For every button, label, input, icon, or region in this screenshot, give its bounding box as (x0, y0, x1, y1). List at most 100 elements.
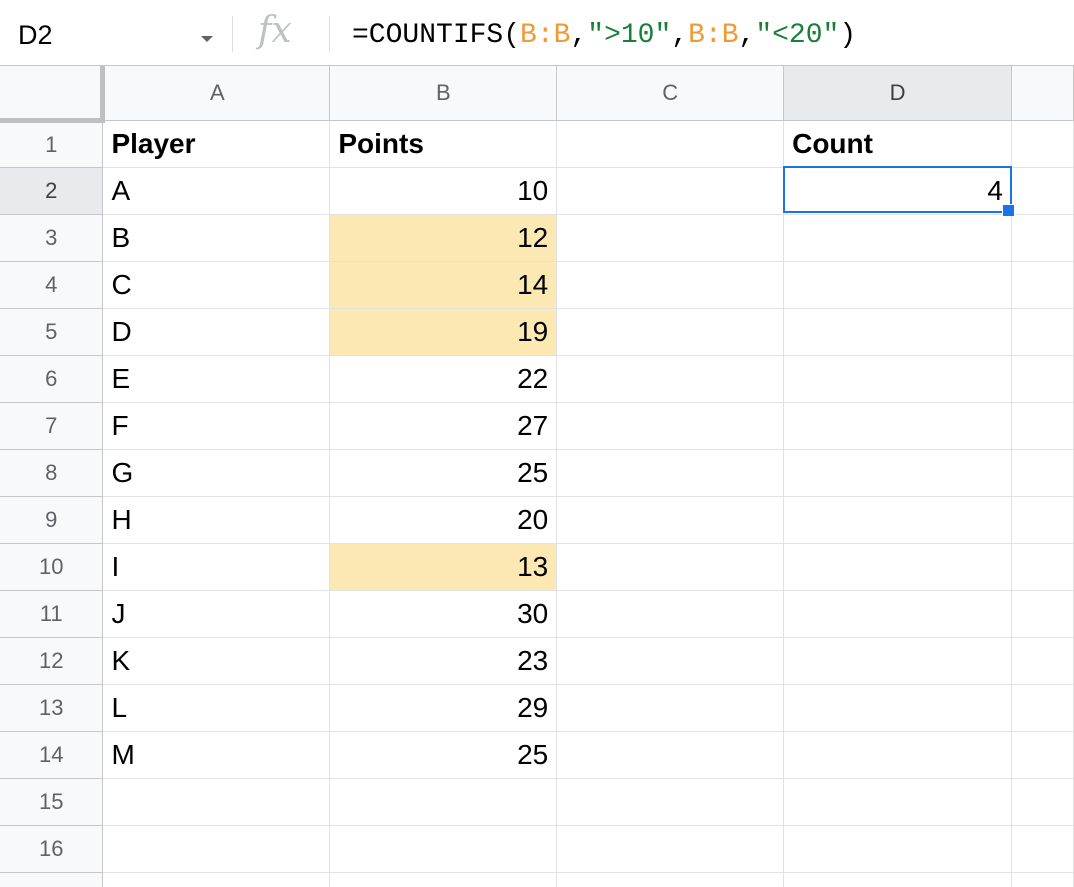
cell-d8[interactable] (783, 449, 1012, 497)
cell-b11[interactable]: 30 (329, 590, 558, 638)
cell-e2[interactable] (1011, 167, 1074, 215)
spreadsheet-grid[interactable]: ABCD 1 Player Points Count 2 A 10 4 3 B 12 4 C 14 5 D 19… (0, 66, 1074, 887)
cell-d17[interactable] (783, 872, 1012, 887)
cell-d14[interactable] (783, 731, 1012, 779)
cell-e7[interactable] (1011, 402, 1074, 450)
cell-e3[interactable] (1011, 214, 1074, 262)
cell-d4[interactable] (783, 261, 1012, 309)
cell-a2[interactable]: A (102, 167, 331, 215)
row-header[interactable]: 17 (0, 872, 104, 887)
cell-c16[interactable] (556, 825, 785, 873)
cell-a16[interactable] (102, 825, 331, 873)
row-header[interactable]: 13 (0, 684, 104, 732)
cell-b16[interactable] (329, 825, 558, 873)
cell-e12[interactable] (1011, 637, 1074, 685)
cell-b13[interactable]: 29 (329, 684, 558, 732)
cell-b1[interactable]: Points (329, 120, 558, 168)
cell-c11[interactable] (556, 590, 785, 638)
cell-d10[interactable] (783, 543, 1012, 591)
chevron-down-icon[interactable] (201, 36, 213, 42)
cell-b8[interactable]: 25 (329, 449, 558, 497)
cell-b12[interactable]: 23 (329, 637, 558, 685)
cell-d11[interactable] (783, 590, 1012, 638)
formula-input[interactable]: =COUNTIFS(B:B,">10",B:B,"<20") (352, 20, 856, 51)
cell-a7[interactable]: F (102, 402, 331, 450)
row-header[interactable]: 9 (0, 496, 104, 544)
cell-b7[interactable]: 27 (329, 402, 558, 450)
cell-c1[interactable] (556, 120, 785, 168)
cell-b4[interactable]: 14 (329, 261, 558, 309)
cell-b5[interactable]: 19 (329, 308, 558, 356)
cell-a9[interactable]: H (102, 496, 331, 544)
cell-c3[interactable] (556, 214, 785, 262)
column-header-e[interactable] (1011, 66, 1074, 121)
cell-b3[interactable]: 12 (329, 214, 558, 262)
row-header[interactable]: 16 (0, 825, 104, 873)
cell-a17[interactable] (102, 872, 331, 887)
row-header[interactable]: 11 (0, 590, 104, 638)
cell-d9[interactable] (783, 496, 1012, 544)
cell-d2[interactable]: 4 (783, 167, 1012, 215)
cell-b9[interactable]: 20 (329, 496, 558, 544)
cell-b2[interactable]: 10 (329, 167, 558, 215)
cell-d5[interactable] (783, 308, 1012, 356)
cell-c10[interactable] (556, 543, 785, 591)
cell-e11[interactable] (1011, 590, 1074, 638)
cell-a14[interactable]: M (102, 731, 331, 779)
row-header[interactable]: 3 (0, 214, 104, 262)
cell-b6[interactable]: 22 (329, 355, 558, 403)
row-header[interactable]: 7 (0, 402, 104, 450)
cell-c13[interactable] (556, 684, 785, 732)
cell-e8[interactable] (1011, 449, 1074, 497)
column-header-c[interactable]: C (556, 66, 785, 121)
cell-a10[interactable]: I (102, 543, 331, 591)
cell-b17[interactable] (329, 872, 558, 887)
row-header[interactable]: 6 (0, 355, 104, 403)
cell-d15[interactable] (783, 778, 1012, 826)
cell-e9[interactable] (1011, 496, 1074, 544)
cell-a3[interactable]: B (102, 214, 331, 262)
cell-c9[interactable] (556, 496, 785, 544)
cell-e14[interactable] (1011, 731, 1074, 779)
row-header[interactable]: 8 (0, 449, 104, 497)
cell-b14[interactable]: 25 (329, 731, 558, 779)
cell-d16[interactable] (783, 825, 1012, 873)
cell-a6[interactable]: E (102, 355, 331, 403)
cell-e13[interactable] (1011, 684, 1074, 732)
cell-b15[interactable] (329, 778, 558, 826)
cell-c4[interactable] (556, 261, 785, 309)
cell-a12[interactable]: K (102, 637, 331, 685)
fill-handle[interactable] (1002, 204, 1015, 217)
cell-d12[interactable] (783, 637, 1012, 685)
cell-c17[interactable] (556, 872, 785, 887)
column-header-d[interactable]: D (783, 66, 1012, 121)
column-header-b[interactable]: B (329, 66, 558, 121)
cell-c7[interactable] (556, 402, 785, 450)
cell-a5[interactable]: D (102, 308, 331, 356)
cell-a1[interactable]: Player (102, 120, 331, 168)
cell-c8[interactable] (556, 449, 785, 497)
cell-a15[interactable] (102, 778, 331, 826)
cell-d1[interactable]: Count (783, 120, 1012, 168)
row-header[interactable]: 5 (0, 308, 104, 356)
cell-e1[interactable] (1011, 120, 1074, 168)
row-header[interactable]: 14 (0, 731, 104, 779)
cell-d6[interactable] (783, 355, 1012, 403)
cell-e6[interactable] (1011, 355, 1074, 403)
cell-c15[interactable] (556, 778, 785, 826)
row-header[interactable]: 1 (0, 120, 104, 168)
cell-c12[interactable] (556, 637, 785, 685)
cell-e4[interactable] (1011, 261, 1074, 309)
cell-e17[interactable] (1011, 872, 1074, 887)
cell-c2[interactable] (556, 167, 785, 215)
row-header[interactable]: 15 (0, 778, 104, 826)
row-header[interactable]: 2 (0, 167, 104, 215)
cell-a11[interactable]: J (102, 590, 331, 638)
row-header[interactable]: 12 (0, 637, 104, 685)
cell-d13[interactable] (783, 684, 1012, 732)
cell-a8[interactable]: G (102, 449, 331, 497)
cell-e10[interactable] (1011, 543, 1074, 591)
cell-d7[interactable] (783, 402, 1012, 450)
cell-d3[interactable] (783, 214, 1012, 262)
cell-e5[interactable] (1011, 308, 1074, 356)
